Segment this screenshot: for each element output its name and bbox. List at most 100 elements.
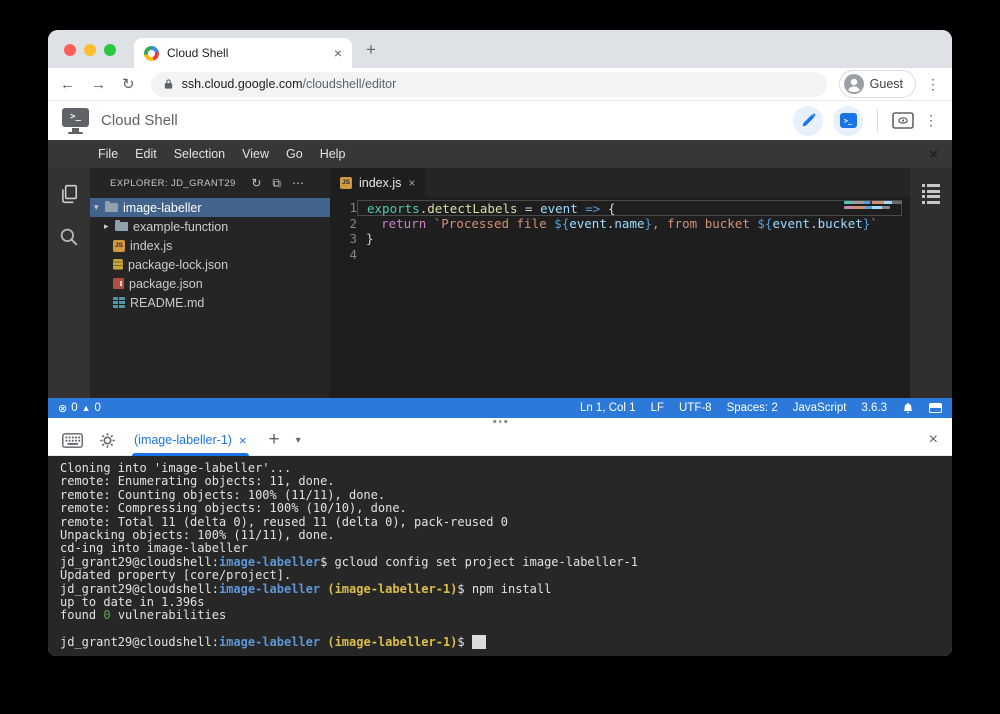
refresh-explorer-icon[interactable]: ↻ — [251, 176, 261, 190]
close-window-button[interactable] — [64, 44, 76, 56]
status-item[interactable]: LF — [651, 402, 664, 414]
terminal-line: Updated property [core/project]. — [60, 569, 952, 582]
status-item[interactable]: Ln 1, Col 1 — [580, 402, 636, 414]
editor-tab-close-icon[interactable]: × — [408, 176, 415, 190]
keyboard-icon[interactable] — [62, 433, 83, 448]
new-tab-button[interactable]: + — [366, 40, 376, 60]
status-item[interactable]: Spaces: 2 — [727, 402, 778, 414]
explorer-more-icon[interactable]: ⋯ — [292, 176, 304, 190]
terminal-tab-label: (image-labeller-1) — [134, 433, 232, 447]
browser-toolbar: ← → ↻ ssh.cloud.google.com/cloudshell/ed… — [48, 68, 952, 101]
menu-help[interactable]: Help — [320, 147, 346, 161]
code-text: return `Processed file ${event.name}, fr… — [357, 216, 902, 232]
tab-close-icon[interactable]: × — [334, 46, 342, 60]
md-file-icon — [113, 297, 125, 308]
app-title: Cloud Shell — [101, 112, 178, 129]
code-text: } — [357, 231, 902, 247]
zoom-window-button[interactable] — [104, 44, 116, 56]
address-bar[interactable]: ssh.cloud.google.com/cloudshell/editor — [151, 72, 827, 97]
explorer-header-actions: ↻ ⧉ ⋯ — [251, 176, 304, 191]
header-more-icon[interactable]: ⋮ — [924, 112, 938, 129]
tree-item-README.md[interactable]: README.md — [90, 293, 330, 312]
web-preview-icon — [892, 112, 914, 129]
terminal-line — [60, 623, 952, 636]
minimize-window-button[interactable] — [84, 44, 96, 56]
explorer-title: EXPLORER: JD_GRANT29 — [110, 178, 236, 189]
browser-menu-icon[interactable]: ⋮ — [926, 76, 940, 93]
divider — [877, 109, 878, 133]
tree-item-package-lock.json[interactable]: package-lock.json — [90, 255, 330, 274]
tree-item-example-function[interactable]: ▸ example-function — [90, 217, 330, 236]
lock-file-icon — [113, 259, 123, 270]
collapse-folders-icon[interactable]: ⧉ — [272, 176, 281, 191]
layout-icon[interactable] — [929, 403, 942, 413]
outline-icon[interactable] — [922, 184, 940, 398]
editor-tab-indexjs[interactable]: JS index.js × — [330, 168, 425, 197]
menu-file[interactable]: File — [98, 147, 118, 161]
status-item[interactable]: JavaScript — [793, 402, 847, 414]
problems-indicator[interactable]: ⊗ 0 ▲ 0 — [58, 402, 101, 415]
terminal-line: jd_grant29@cloudshell:image-labeller (im… — [60, 636, 952, 649]
terminal-line: jd_grant29@cloudshell:image-labeller (im… — [60, 583, 952, 596]
bell-icon[interactable] — [902, 402, 914, 414]
terminal-output[interactable]: Cloning into 'image-labeller'...remote: … — [48, 456, 952, 656]
editor-main: JS index.js × 1exports.detectLabels = ev… — [330, 168, 910, 398]
header-actions: >_ ⋮ — [793, 106, 938, 136]
drag-handle-icon — [493, 420, 507, 423]
browser-window: Cloud Shell × + ← → ↻ ssh.cloud.google.c… — [48, 30, 952, 656]
menu-go[interactable]: Go — [286, 147, 303, 161]
terminal-dropdown-icon[interactable]: ▾ — [296, 435, 301, 446]
forward-icon[interactable]: → — [91, 76, 106, 93]
terminal-line: up to date in 1.396s — [60, 596, 952, 609]
terminal-line: remote: Counting objects: 100% (11/11), … — [60, 489, 952, 502]
cloud-shell-logo-icon: >_ — [62, 108, 89, 134]
terminal-settings-icon[interactable] — [99, 432, 116, 449]
errors-icon: ⊗ — [58, 402, 67, 415]
tree-item-label: package.json — [129, 277, 203, 291]
files-explorer-icon[interactable] — [59, 184, 79, 204]
tree-item-label: README.md — [130, 296, 204, 310]
web-preview-button[interactable] — [892, 112, 914, 129]
editor-close-icon[interactable]: × — [929, 146, 938, 163]
tree-item-label: example-function — [133, 220, 228, 234]
tree-item-package.json[interactable]: package.json — [90, 274, 330, 293]
window-controls — [64, 44, 116, 56]
tree-item-index.js[interactable]: JSindex.js — [90, 236, 330, 255]
back-icon[interactable]: ← — [60, 76, 75, 93]
profile-button[interactable]: Guest — [839, 70, 916, 98]
cloud-shell-header: >_ Cloud Shell >_ ⋮ — [48, 101, 952, 140]
tree-item-image-labeller[interactable]: ▾ image-labeller — [90, 198, 330, 217]
folder-file-icon — [105, 203, 118, 212]
pencil-icon — [801, 113, 816, 128]
ide-menubar: File Edit Selection View Go Help × — [48, 140, 952, 168]
open-terminal-button[interactable]: >_ — [833, 106, 863, 136]
js-file-icon: JS — [340, 177, 352, 189]
terminal-tab-bar: (image-labeller-1) × + ▾ × — [48, 425, 952, 456]
add-terminal-button[interactable]: + — [269, 429, 280, 451]
menu-selection[interactable]: Selection — [174, 147, 225, 161]
search-icon[interactable] — [58, 226, 80, 248]
reload-icon[interactable]: ↻ — [122, 75, 135, 93]
browser-tab[interactable]: Cloud Shell × — [134, 38, 352, 68]
terminal-line: remote: Compressing objects: 100% (10/10… — [60, 502, 952, 515]
tree-expanded-icon[interactable]: ▾ — [94, 202, 105, 213]
menu-view[interactable]: View — [242, 147, 269, 161]
menu-edit[interactable]: Edit — [135, 147, 157, 161]
code-line-1: 1exports.detectLabels = event => { — [330, 200, 910, 216]
status-right-items: Ln 1, Col 1 LF UTF-8 Spaces: 2 JavaScript 3.6… — [580, 402, 942, 414]
minimap[interactable] — [844, 201, 902, 211]
terminal-tab-close-icon[interactable]: × — [239, 433, 247, 448]
terminal-panel-close-icon[interactable]: × — [929, 431, 938, 449]
terminal-tab[interactable]: (image-labeller-1) × — [132, 425, 249, 456]
code-line-3: 3} — [330, 231, 910, 247]
tree-item-label: index.js — [130, 239, 172, 253]
status-item[interactable]: 3.6.3 — [861, 402, 887, 414]
file-tree: ▾ image-labeller ▸ example-function JSindex.… — [90, 198, 330, 312]
tree-collapsed-icon[interactable]: ▸ — [104, 221, 115, 232]
code-area[interactable]: 1exports.detectLabels = event => {2 retu… — [330, 197, 910, 398]
code-line-2: 2 return `Processed file ${event.name}, … — [330, 216, 910, 232]
status-item[interactable]: UTF-8 — [679, 402, 712, 414]
editor-tab-label: index.js — [359, 176, 401, 190]
tree-item-label: image-labeller — [123, 201, 202, 215]
edit-pencil-button[interactable] — [793, 106, 823, 136]
